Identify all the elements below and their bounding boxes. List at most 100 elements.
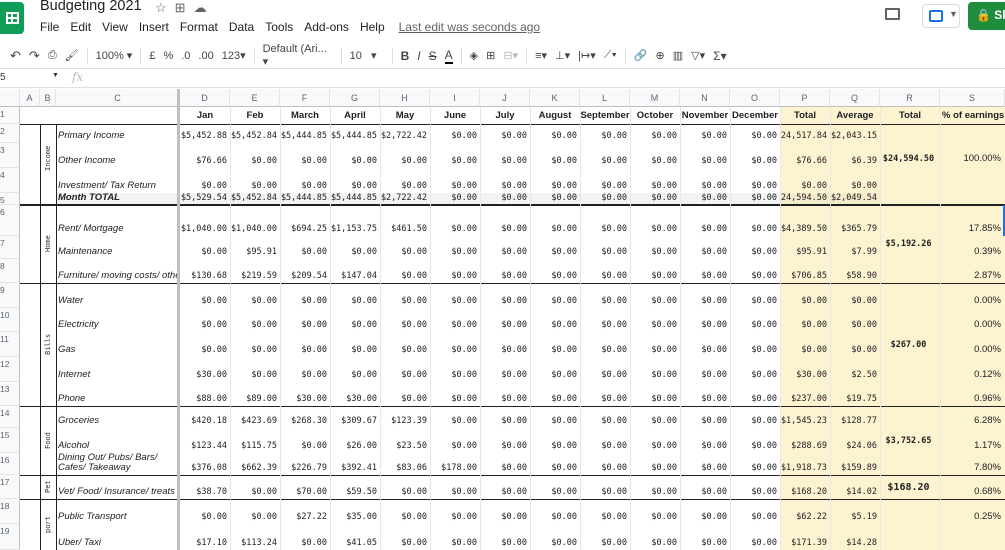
value-cell[interactable]: $365.79 — [830, 205, 880, 236]
value-cell[interactable]: $0.00 — [480, 357, 530, 382]
value-cell[interactable]: $1,153.75 — [330, 205, 380, 236]
value-cell[interactable]: $0.00 — [680, 124, 730, 143]
value-cell[interactable]: $0.00 — [580, 499, 630, 524]
pct-cell[interactable]: 6.28% — [940, 406, 1005, 428]
value-cell[interactable]: $88.00 — [180, 382, 230, 406]
value-cell[interactable]: $0.00 — [630, 308, 680, 332]
value-cell[interactable]: $7.99 — [830, 236, 880, 259]
value-cell[interactable]: $0.00 — [430, 524, 480, 550]
value-cell[interactable]: $19.75 — [830, 382, 880, 406]
row-header-12[interactable]: 12 — [0, 357, 20, 382]
value-cell[interactable]: $0.00 — [730, 205, 780, 236]
name-box[interactable]: 5 ▼ — [0, 72, 62, 86]
row-header-10[interactable]: 10 — [0, 308, 20, 332]
value-cell[interactable]: $0.00 — [630, 332, 680, 357]
redo-icon[interactable]: ↷ — [29, 48, 40, 64]
row-label[interactable]: Vet/ Food/ Insurance/ treats — [56, 475, 180, 499]
value-cell[interactable]: $0.00 — [230, 475, 280, 499]
menu-insert[interactable]: Insert — [139, 20, 169, 34]
value-cell[interactable]: $0.00 — [330, 143, 380, 168]
value-cell[interactable]: $130.68 — [180, 259, 230, 283]
menu-view[interactable]: View — [102, 20, 128, 34]
value-cell[interactable]: $159.89 — [830, 453, 880, 475]
value-cell[interactable]: $0.00 — [680, 453, 730, 475]
borders-icon[interactable]: ⊞ — [486, 49, 495, 62]
currency-button[interactable]: £ — [149, 50, 155, 62]
value-cell[interactable]: $1,040.00 — [180, 205, 230, 236]
value-cell[interactable]: $0.00 — [530, 406, 580, 428]
value-cell[interactable]: $0.00 — [630, 524, 680, 550]
row-label[interactable]: Phone — [56, 382, 180, 406]
row-header-19[interactable]: 19 — [0, 524, 20, 550]
row-header-15[interactable]: 15 — [0, 428, 20, 453]
column-header-h[interactable]: H — [380, 89, 430, 107]
value-cell[interactable]: $0.00 — [680, 524, 730, 550]
value-cell[interactable]: $0.00 — [730, 382, 780, 406]
column-header-e[interactable]: E — [230, 89, 280, 107]
row-label[interactable]: Rent/ Mortgage — [56, 205, 180, 236]
value-cell[interactable]: $0.00 — [580, 357, 630, 382]
header-cell[interactable]: Feb — [230, 110, 280, 124]
value-cell[interactable]: $0.00 — [630, 499, 680, 524]
value-cell[interactable]: $0.00 — [280, 357, 330, 382]
menu-edit[interactable]: Edit — [70, 20, 91, 34]
value-cell[interactable]: $0.00 — [580, 475, 630, 499]
paint-format-icon[interactable]: 🖌 — [65, 49, 79, 62]
value-cell[interactable]: $70.00 — [280, 475, 330, 499]
value-cell[interactable]: $0.00 — [780, 283, 830, 308]
value-cell[interactable]: $0.00 — [630, 357, 680, 382]
column-header-d[interactable]: D — [180, 89, 230, 107]
row-header-2[interactable]: 2 — [0, 124, 20, 143]
value-cell[interactable]: $0.00 — [430, 357, 480, 382]
value-cell[interactable]: $0.00 — [530, 259, 580, 283]
value-cell[interactable]: $0.00 — [680, 236, 730, 259]
value-cell[interactable]: $0.00 — [330, 168, 380, 193]
decrease-decimal-button[interactable]: .0 — [181, 50, 190, 62]
value-cell[interactable]: $14.02 — [830, 475, 880, 499]
value-cell[interactable]: $0.00 — [480, 143, 530, 168]
value-cell[interactable]: $0.00 — [230, 332, 280, 357]
value-cell[interactable]: $0.00 — [280, 428, 330, 453]
value-cell[interactable]: $89.00 — [230, 382, 280, 406]
insert-comment-icon[interactable]: ⊕ — [656, 49, 665, 62]
value-cell[interactable]: $0.00 — [430, 406, 480, 428]
value-cell[interactable]: $0.00 — [430, 259, 480, 283]
value-cell[interactable]: $0.00 — [230, 168, 280, 193]
header-cell[interactable]: July — [480, 110, 530, 124]
value-cell[interactable]: $662.39 — [230, 453, 280, 475]
value-cell[interactable]: $59.50 — [330, 475, 380, 499]
value-cell[interactable]: $0.00 — [730, 168, 780, 193]
value-cell[interactable]: $0.00 — [730, 332, 780, 357]
value-cell[interactable]: $0.00 — [580, 283, 630, 308]
row-header-11[interactable]: 11 — [0, 332, 20, 357]
value-cell[interactable]: $288.69 — [780, 428, 830, 453]
header-cell[interactable]: Average — [830, 110, 880, 124]
menu-data[interactable]: Data — [229, 20, 254, 34]
value-cell[interactable]: $0.00 — [580, 453, 630, 475]
value-cell[interactable]: $0.00 — [530, 236, 580, 259]
value-cell[interactable]: $0.00 — [480, 236, 530, 259]
value-cell[interactable]: $0.00 — [280, 168, 330, 193]
text-wrap-icon[interactable]: |↦▾ — [578, 49, 596, 62]
undo-icon[interactable]: ↶ — [10, 48, 21, 64]
value-cell[interactable]: $0.00 — [530, 499, 580, 524]
value-cell[interactable]: $0.00 — [830, 168, 880, 193]
value-cell[interactable]: $24.06 — [830, 428, 880, 453]
fill-color-icon[interactable]: ◈ — [470, 49, 478, 62]
value-cell[interactable]: $0.00 — [480, 168, 530, 193]
row-label[interactable]: Internet — [56, 357, 180, 382]
value-cell[interactable]: $128.77 — [830, 406, 880, 428]
row-header-14[interactable]: 14 — [0, 406, 20, 428]
pct-cell[interactable]: 17.85% — [940, 205, 1005, 236]
value-cell[interactable]: $0.00 — [630, 259, 680, 283]
value-cell[interactable]: $0.00 — [480, 205, 530, 236]
row-label[interactable]: Investment/ Tax Return — [56, 168, 180, 193]
value-cell[interactable]: $0.00 — [680, 475, 730, 499]
value-cell[interactable]: $0.00 — [630, 428, 680, 453]
value-cell[interactable]: $0.00 — [430, 428, 480, 453]
value-cell[interactable]: $1,040.00 — [230, 205, 280, 236]
value-cell[interactable]: $30.00 — [780, 357, 830, 382]
header-cell[interactable]: March — [280, 110, 330, 124]
column-header-o[interactable]: O — [730, 89, 780, 107]
column-header-k[interactable]: K — [530, 89, 580, 107]
